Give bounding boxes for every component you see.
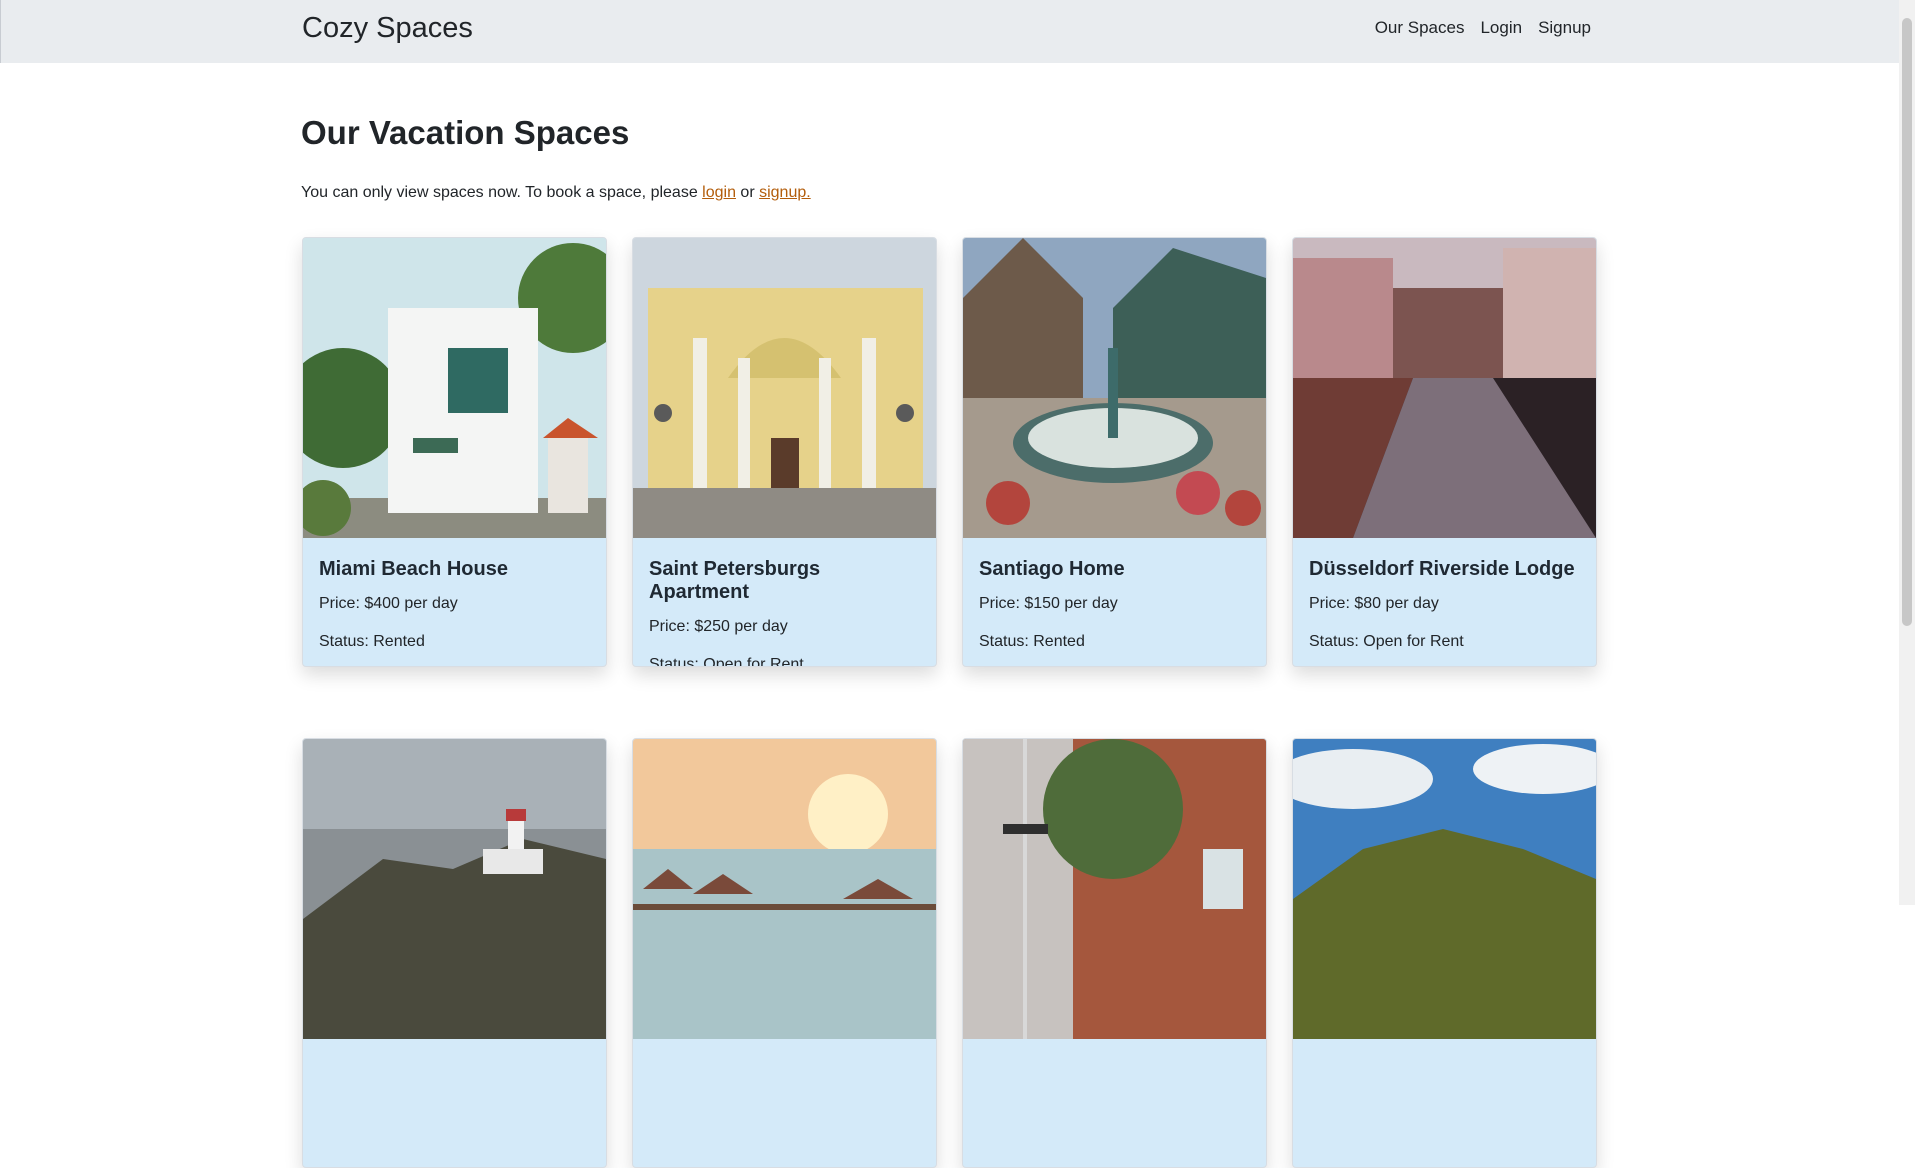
- space-price: Price: $80 per day: [1309, 595, 1439, 612]
- card-body: Santiago Home Price: $150 per day Status…: [963, 538, 1266, 666]
- space-status: Status: Rented: [319, 633, 425, 650]
- space-card-saint-petersburgs-apartment[interactable]: Saint Petersburgs Apartment Price: $250 …: [632, 237, 937, 667]
- nav-link-signup[interactable]: Signup: [1538, 18, 1591, 38]
- space-price: Price: $250 per day: [649, 618, 788, 635]
- space-card-santiago-home[interactable]: Santiago Home Price: $150 per day Status…: [962, 237, 1267, 667]
- space-price: Price: $150 per day: [979, 595, 1118, 612]
- nav-link-login[interactable]: Login: [1480, 18, 1522, 38]
- space-card-dusseldorf-riverside-lodge[interactable]: Düsseldorf Riverside Lodge Price: $80 pe…: [1292, 237, 1597, 667]
- nav-link-our-spaces[interactable]: Our Spaces: [1375, 18, 1465, 38]
- space-card[interactable]: [962, 738, 1267, 1168]
- sunset-water-bungalows-image: [633, 739, 936, 1039]
- card-body: Miami Beach House Price: $400 per day St…: [303, 538, 606, 666]
- space-card[interactable]: [302, 738, 607, 1168]
- fountain-courtyard-image: [963, 238, 1266, 538]
- booking-notice: You can only view spaces now. To book a …: [301, 184, 811, 202]
- lighthouse-image: [303, 739, 606, 1039]
- login-link[interactable]: login: [702, 184, 736, 201]
- nav-links: Our Spaces Login Signup: [1375, 18, 1591, 38]
- navbar: Cozy Spaces Our Spaces Login Signup: [0, 0, 1899, 63]
- notice-text: You can only view spaces now. To book a …: [301, 184, 703, 201]
- space-status: Status: Rented: [979, 633, 1085, 650]
- page-title: Our Vacation Spaces: [301, 114, 630, 151]
- space-card[interactable]: [632, 738, 937, 1168]
- card-body: Saint Petersburgs Apartment Price: $250 …: [633, 538, 936, 666]
- space-title: Miami Beach House: [319, 558, 508, 580]
- brick-street-image: [963, 739, 1266, 1039]
- canal-town-image: [1293, 238, 1596, 538]
- brand-logo[interactable]: Cozy Spaces: [302, 12, 473, 45]
- notice-or-text: or: [735, 184, 760, 201]
- space-price: Price: $400 per day: [319, 595, 458, 612]
- space-title: Santiago Home: [979, 558, 1125, 580]
- page-scrollbar[interactable]: [1899, 0, 1915, 905]
- card-body: Düsseldorf Riverside Lodge Price: $80 pe…: [1293, 538, 1596, 666]
- signup-link[interactable]: signup.: [759, 184, 811, 201]
- yellow-church-facade-image: [633, 238, 936, 538]
- white-modern-house-image: [303, 238, 606, 538]
- space-card-miami-beach-house[interactable]: Miami Beach House Price: $400 per day St…: [302, 237, 607, 667]
- space-title: Saint Petersburgs Apartment: [649, 558, 821, 603]
- space-title: Düsseldorf Riverside Lodge: [1309, 558, 1575, 580]
- forest-hill-image: [1293, 739, 1596, 1039]
- space-card[interactable]: [1292, 738, 1597, 1168]
- space-status: Status: Open for Rent: [649, 656, 804, 667]
- space-status: Status: Open for Rent: [1309, 633, 1464, 650]
- scrollbar-thumb[interactable]: [1902, 18, 1912, 626]
